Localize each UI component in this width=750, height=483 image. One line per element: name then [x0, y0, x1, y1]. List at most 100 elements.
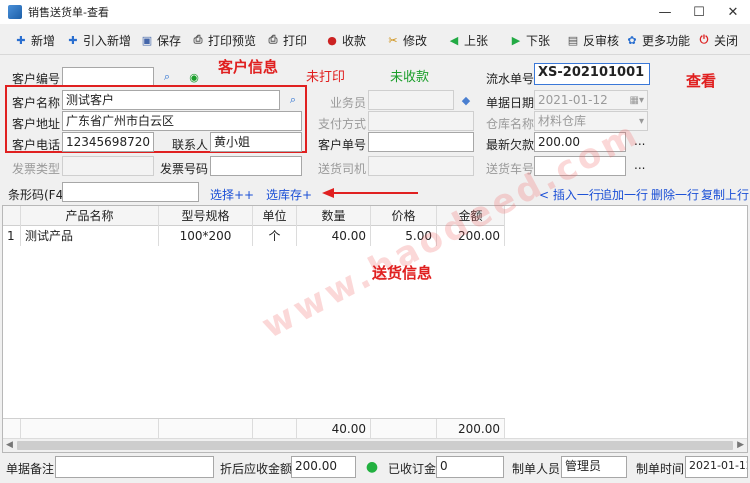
column-header[interactable]: 数量 [297, 206, 371, 226]
gear-icon: ✿ [627, 33, 637, 47]
total-cell [253, 419, 297, 439]
invoice-type-select[interactable] [62, 156, 154, 176]
total-amount: 200.00 [437, 419, 505, 439]
eraser-icon[interactable]: ◆ [458, 92, 474, 108]
status-not-printed: 未打印 [306, 70, 346, 85]
close-button[interactable]: ⏻ 关闭 [697, 29, 738, 51]
customer-address-input[interactable]: 广东省广州市白云区 [62, 111, 302, 131]
customer-order-input[interactable] [368, 132, 474, 152]
document-date-label: 单据日期 [486, 96, 535, 110]
view-annotation: 查看 [686, 72, 717, 90]
search-icon[interactable]: ⌕ [285, 92, 301, 108]
document-icon: ▤ [567, 33, 579, 47]
document-date-value: 2021-01-12 [538, 93, 608, 107]
copy-row-link[interactable]: 复制上行 [701, 186, 749, 203]
edit-button[interactable]: ✂ 修改 [386, 29, 427, 51]
customer-info-annotation: 客户信息 [218, 58, 279, 76]
search-icon[interactable]: ⌕ [159, 69, 175, 85]
close-window-button[interactable]: ✕ [716, 0, 750, 24]
serial-number-input[interactable]: XS-202101001 [534, 63, 650, 85]
status-not-paid: 未收款 [390, 70, 430, 85]
quantity-cell[interactable]: 40.00 [297, 226, 371, 246]
vehicle-more-button[interactable]: ... [634, 158, 645, 172]
import-new-button[interactable]: ✚ 引入新增 [66, 29, 131, 51]
payment-method-label: 支付方式 [318, 117, 367, 131]
scroll-right-icon[interactable]: ▶ [737, 440, 744, 450]
status-dot-icon: ● [365, 459, 379, 475]
delivery-driver-select[interactable] [368, 156, 474, 176]
column-header[interactable] [3, 206, 21, 226]
barcode-input[interactable] [62, 182, 199, 202]
column-header[interactable]: 型号规格 [159, 206, 253, 226]
contact-label: 联系人 [172, 138, 209, 152]
minimize-button[interactable]: — [648, 0, 682, 24]
collect-payment-button[interactable]: ● 收款 [325, 29, 366, 51]
print-button[interactable]: ⎙ 打印 [266, 29, 307, 51]
total-cell [159, 419, 253, 439]
row-index: 1 [3, 226, 21, 246]
column-header[interactable]: 单位 [253, 206, 297, 226]
barcode-label: 条形码(F4) [8, 188, 68, 202]
make-time-label: 制单时间 [636, 462, 685, 476]
discount-amount-label: 折后应收金额 [220, 462, 293, 476]
grid-totals: 40.00 200.00 [3, 418, 505, 439]
append-row-link[interactable]: 追加一行 [600, 186, 648, 203]
maker-input[interactable]: 管理员 [561, 456, 627, 478]
spec-cell[interactable]: 100*200 [159, 226, 253, 246]
total-cell [21, 419, 159, 439]
salesman-select[interactable] [368, 90, 454, 110]
title-bar: 销售送货单-查看 — ☐ ✕ [0, 0, 750, 24]
contact-input[interactable]: 黄小姐 [210, 132, 302, 152]
customer-name-input[interactable]: 测试客户 [62, 90, 280, 110]
customer-code-input[interactable] [62, 67, 154, 87]
column-header[interactable]: 产品名称 [21, 206, 159, 226]
scroll-left-icon[interactable]: ◀ [6, 440, 13, 450]
arrow-annotation-icon [322, 188, 418, 198]
invoice-type-label: 发票类型 [12, 162, 61, 176]
payment-method-select[interactable] [368, 111, 474, 131]
maximize-button[interactable]: ☐ [682, 0, 716, 24]
total-cell [3, 419, 21, 439]
previous-button[interactable]: ◀ 上张 [447, 29, 488, 51]
document-date-picker[interactable]: 2021-01-12 ▦▾ [534, 90, 648, 110]
save-button[interactable]: ▣ 保存 [140, 29, 181, 51]
invoice-number-input[interactable] [210, 156, 302, 176]
customer-phone-input[interactable]: 12345698720 [62, 132, 154, 152]
add-icon: ✚ [16, 33, 26, 47]
toolbar: ✚ 新增 ✚ 引入新增 ▣ 保存 ⎙ 打印预览 ⎙ 打印 ● 收款 ✂ 修改 ◀ 上张 ▶ 下张 … [0, 25, 750, 55]
maker-label: 制单人员 [512, 462, 561, 476]
chevron-down-icon: ▾ [638, 116, 644, 127]
print-preview-button[interactable]: ⎙ 打印预览 [191, 29, 256, 51]
arrow-right-icon: ▶ [511, 33, 521, 47]
remark-input[interactable] [55, 456, 214, 478]
unaudit-button[interactable]: ▤ 反审核 [566, 29, 619, 51]
discount-amount-input[interactable]: 200.00 [291, 456, 356, 478]
make-time-input[interactable]: 2021-01-12 [685, 456, 748, 478]
unit-cell[interactable]: 个 [253, 226, 297, 246]
customer-name-label: 客户名称 [12, 96, 61, 110]
customer-phone-label: 客户电话 [12, 138, 61, 152]
scrollbar-thumb[interactable] [17, 441, 733, 450]
received-deposit-input[interactable]: 0 [436, 456, 504, 478]
more-functions-button[interactable]: ✿ 更多功能 [625, 29, 690, 51]
received-deposit-label: 已收订金 [388, 462, 437, 476]
new-button[interactable]: ✚ 新增 [14, 29, 55, 51]
delivery-info-annotation: 送货信息 [372, 264, 433, 282]
delete-row-link[interactable]: 删除一行 [651, 186, 699, 203]
power-icon: ⏻ [699, 33, 709, 46]
select-link[interactable]: 选择++ [210, 186, 254, 203]
app-icon [8, 5, 22, 19]
remark-label: 单据备注 [6, 462, 55, 476]
customer-order-label: 客户单号 [318, 138, 367, 152]
latest-arrears-label: 最新欠款 [486, 138, 535, 152]
printer-icon: ⎙ [268, 33, 278, 46]
select-stock-link[interactable]: 选库存+ [266, 186, 312, 203]
customer-address-label: 客户地址 [12, 117, 61, 131]
window-title: 销售送货单-查看 [28, 6, 109, 19]
refresh-icon[interactable]: ◉ [186, 69, 202, 85]
next-button[interactable]: ▶ 下张 [509, 29, 550, 51]
payment-icon: ● [327, 33, 337, 47]
save-icon: ▣ [141, 33, 153, 47]
horizontal-scrollbar[interactable]: ◀ ▶ [3, 438, 747, 452]
product-name-cell[interactable]: 测试产品 [21, 226, 159, 246]
